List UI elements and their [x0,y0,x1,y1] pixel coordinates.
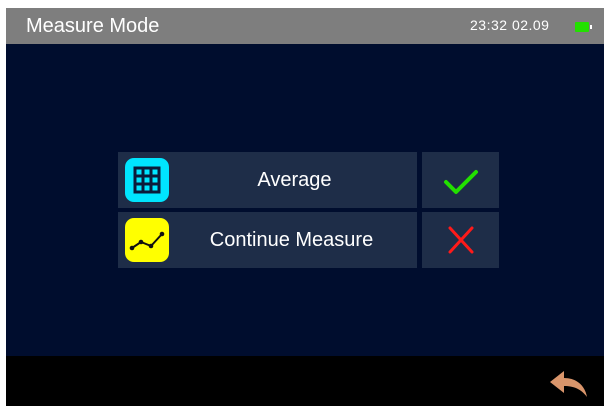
line-chart-icon [125,218,169,262]
cancel-button[interactable] [422,212,499,268]
page-title: Measure Mode [26,15,160,37]
footer-bar [6,356,604,406]
time-text: 23:32 [470,17,508,33]
back-arrow-icon [550,371,587,397]
continue-measure-button[interactable]: Continue Measure [118,212,417,268]
device-screen: Measure Mode 23:32 02.09 Average Continu… [6,8,604,406]
check-icon [444,170,478,194]
average-mode-button[interactable]: Average [118,152,417,208]
cross-icon [448,226,474,254]
grid-icon [125,158,169,202]
average-mode-label: Average [257,169,332,191]
back-button[interactable] [546,368,590,398]
clock-readout: 23:32 02.09 [470,17,549,33]
battery-full-icon [575,22,592,32]
continue-measure-label: Continue Measure [209,229,374,251]
confirm-button[interactable] [422,152,499,208]
date-text: 02.09 [511,17,550,33]
title-bar: Measure Mode 23:32 02.09 [6,8,604,44]
